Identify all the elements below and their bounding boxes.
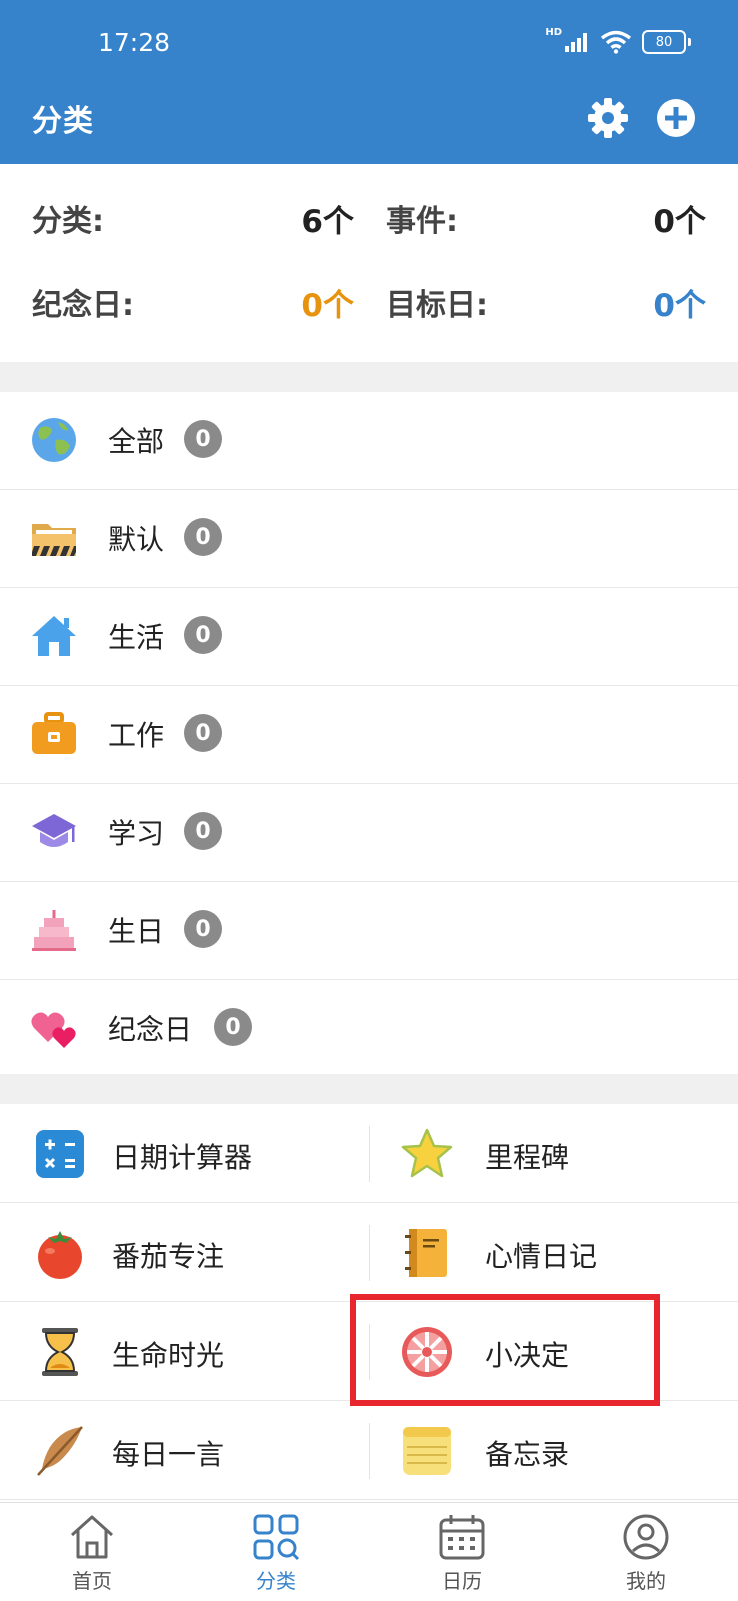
nav-label: 日历 bbox=[442, 1569, 482, 1593]
page-title: 分类 bbox=[32, 104, 94, 139]
category-count-value: 6个 bbox=[301, 204, 354, 240]
tool-daily-quote[interactable]: 每日一言 bbox=[0, 1401, 369, 1499]
category-item-anniversary[interactable]: 纪念日 0 bbox=[0, 980, 738, 1078]
nav-label: 首页 bbox=[72, 1569, 112, 1593]
tool-label: 每日一言 bbox=[112, 1438, 225, 1471]
count-badge: 0 bbox=[184, 420, 222, 458]
folder-icon bbox=[32, 524, 76, 556]
count-badge: 0 bbox=[184, 910, 222, 948]
tool-row: 每日一言 备忘录 bbox=[0, 1401, 738, 1500]
section-divider bbox=[0, 1074, 738, 1104]
status-icons: HD 80 bbox=[545, 26, 691, 54]
tool-label: 小决定 bbox=[485, 1339, 570, 1372]
category-label: 生活 bbox=[108, 621, 165, 654]
tool-label: 番茄专注 bbox=[112, 1240, 225, 1273]
category-label: 生日 bbox=[108, 915, 165, 948]
battery-icon: 80 bbox=[642, 30, 691, 54]
tool-pomodoro[interactable]: 番茄专注 bbox=[0, 1203, 369, 1301]
tomato-icon bbox=[38, 1231, 82, 1279]
target-count-value: 0个 bbox=[653, 288, 706, 324]
profile-icon bbox=[623, 1514, 669, 1560]
status-time: 17:28 bbox=[98, 28, 171, 57]
tool-row: 日期计算器 里程碑 bbox=[0, 1104, 738, 1203]
tool-life-time[interactable]: 生命时光 bbox=[0, 1302, 369, 1400]
category-grid-icon bbox=[253, 1514, 300, 1561]
nav-tab-home[interactable]: 首页 bbox=[32, 1511, 152, 1599]
bottom-navigation: 首页 分类 日历 我的 bbox=[0, 1502, 738, 1601]
plus-circle-icon bbox=[657, 99, 695, 137]
nav-label: 分类 bbox=[256, 1569, 296, 1593]
stats-panel: 分类: 6个 事件: 0个 纪念日: 0个 目标日: 0个 bbox=[0, 164, 738, 362]
tool-row: 生命时光 小决定 bbox=[0, 1302, 738, 1401]
category-count-label: 分类: bbox=[32, 204, 104, 239]
count-badge: 0 bbox=[184, 518, 222, 556]
category-item-birthday[interactable]: 生日 0 bbox=[0, 882, 738, 980]
nav-tab-calendar[interactable]: 日历 bbox=[402, 1511, 522, 1599]
category-label: 纪念日 bbox=[108, 1013, 193, 1046]
cake-icon bbox=[32, 910, 76, 951]
nav-tab-profile[interactable]: 我的 bbox=[586, 1511, 706, 1599]
feather-icon bbox=[37, 1426, 83, 1476]
event-count-label: 事件: bbox=[386, 204, 458, 239]
category-item-work[interactable]: 工作 0 bbox=[0, 686, 738, 784]
add-button[interactable] bbox=[652, 94, 700, 142]
category-label: 默认 bbox=[108, 523, 165, 556]
nav-label: 我的 bbox=[626, 1569, 666, 1593]
tool-milestone[interactable]: 里程碑 bbox=[369, 1104, 738, 1202]
category-item-default[interactable]: 默认 0 bbox=[0, 490, 738, 588]
house-icon bbox=[32, 616, 76, 656]
tool-date-calculator[interactable]: 日期计算器 bbox=[0, 1104, 369, 1202]
signal-icon bbox=[565, 33, 587, 52]
tool-label: 备忘录 bbox=[485, 1438, 570, 1471]
category-label: 学习 bbox=[108, 817, 165, 850]
anniversary-count-value: 0个 bbox=[301, 288, 354, 324]
hourglass-icon bbox=[42, 1328, 78, 1376]
category-list: 全部 0 默认 0 生活 0 工作 0 学习 0 生日 0 纪念日 0 bbox=[0, 392, 738, 1078]
category-item-study[interactable]: 学习 0 bbox=[0, 784, 738, 882]
tool-mood-diary[interactable]: 心情日记 bbox=[369, 1203, 738, 1301]
app-header: 17:28 HD 80 分类 bbox=[0, 0, 738, 164]
notebook-icon bbox=[405, 1229, 447, 1277]
graduation-cap-icon bbox=[32, 814, 76, 847]
category-item-life[interactable]: 生活 0 bbox=[0, 588, 738, 686]
battery-level: 80 bbox=[655, 34, 673, 50]
tool-label: 里程碑 bbox=[485, 1141, 570, 1174]
event-count-value: 0个 bbox=[653, 204, 706, 240]
anniversary-count-label: 纪念日: bbox=[32, 288, 134, 323]
hearts-icon bbox=[31, 1012, 76, 1048]
gear-icon bbox=[588, 98, 628, 138]
target-count-label: 目标日: bbox=[386, 288, 488, 323]
category-label: 全部 bbox=[108, 425, 165, 458]
tools-grid: 日期计算器 里程碑 番茄专注 心情日记 生命时光 小决定 每日一言 备忘录 bbox=[0, 1104, 738, 1500]
nav-tab-category[interactable]: 分类 bbox=[216, 1511, 336, 1599]
count-badge: 0 bbox=[184, 812, 222, 850]
tool-label: 心情日记 bbox=[485, 1240, 598, 1273]
tool-row: 番茄专注 心情日记 bbox=[0, 1203, 738, 1302]
section-divider bbox=[0, 362, 738, 392]
globe-icon bbox=[32, 418, 76, 462]
category-label: 工作 bbox=[108, 719, 165, 752]
count-badge: 0 bbox=[184, 616, 222, 654]
count-badge: 0 bbox=[184, 714, 222, 752]
count-badge: 0 bbox=[214, 1008, 252, 1046]
calendar-icon bbox=[439, 1515, 485, 1560]
settings-button[interactable] bbox=[584, 94, 632, 142]
star-icon bbox=[401, 1128, 453, 1178]
wheel-icon bbox=[402, 1327, 452, 1377]
notepad-icon bbox=[403, 1427, 451, 1475]
wifi-icon bbox=[600, 30, 632, 54]
tool-label: 日期计算器 bbox=[112, 1141, 253, 1174]
briefcase-icon bbox=[32, 712, 76, 754]
tool-memo[interactable]: 备忘录 bbox=[369, 1401, 738, 1499]
tool-small-decision[interactable]: 小决定 bbox=[369, 1302, 738, 1400]
home-icon bbox=[70, 1515, 114, 1559]
calculator-icon bbox=[36, 1130, 84, 1178]
category-item-all[interactable]: 全部 0 bbox=[0, 392, 738, 490]
tool-label: 生命时光 bbox=[112, 1339, 225, 1372]
network-type: HD bbox=[545, 26, 562, 38]
